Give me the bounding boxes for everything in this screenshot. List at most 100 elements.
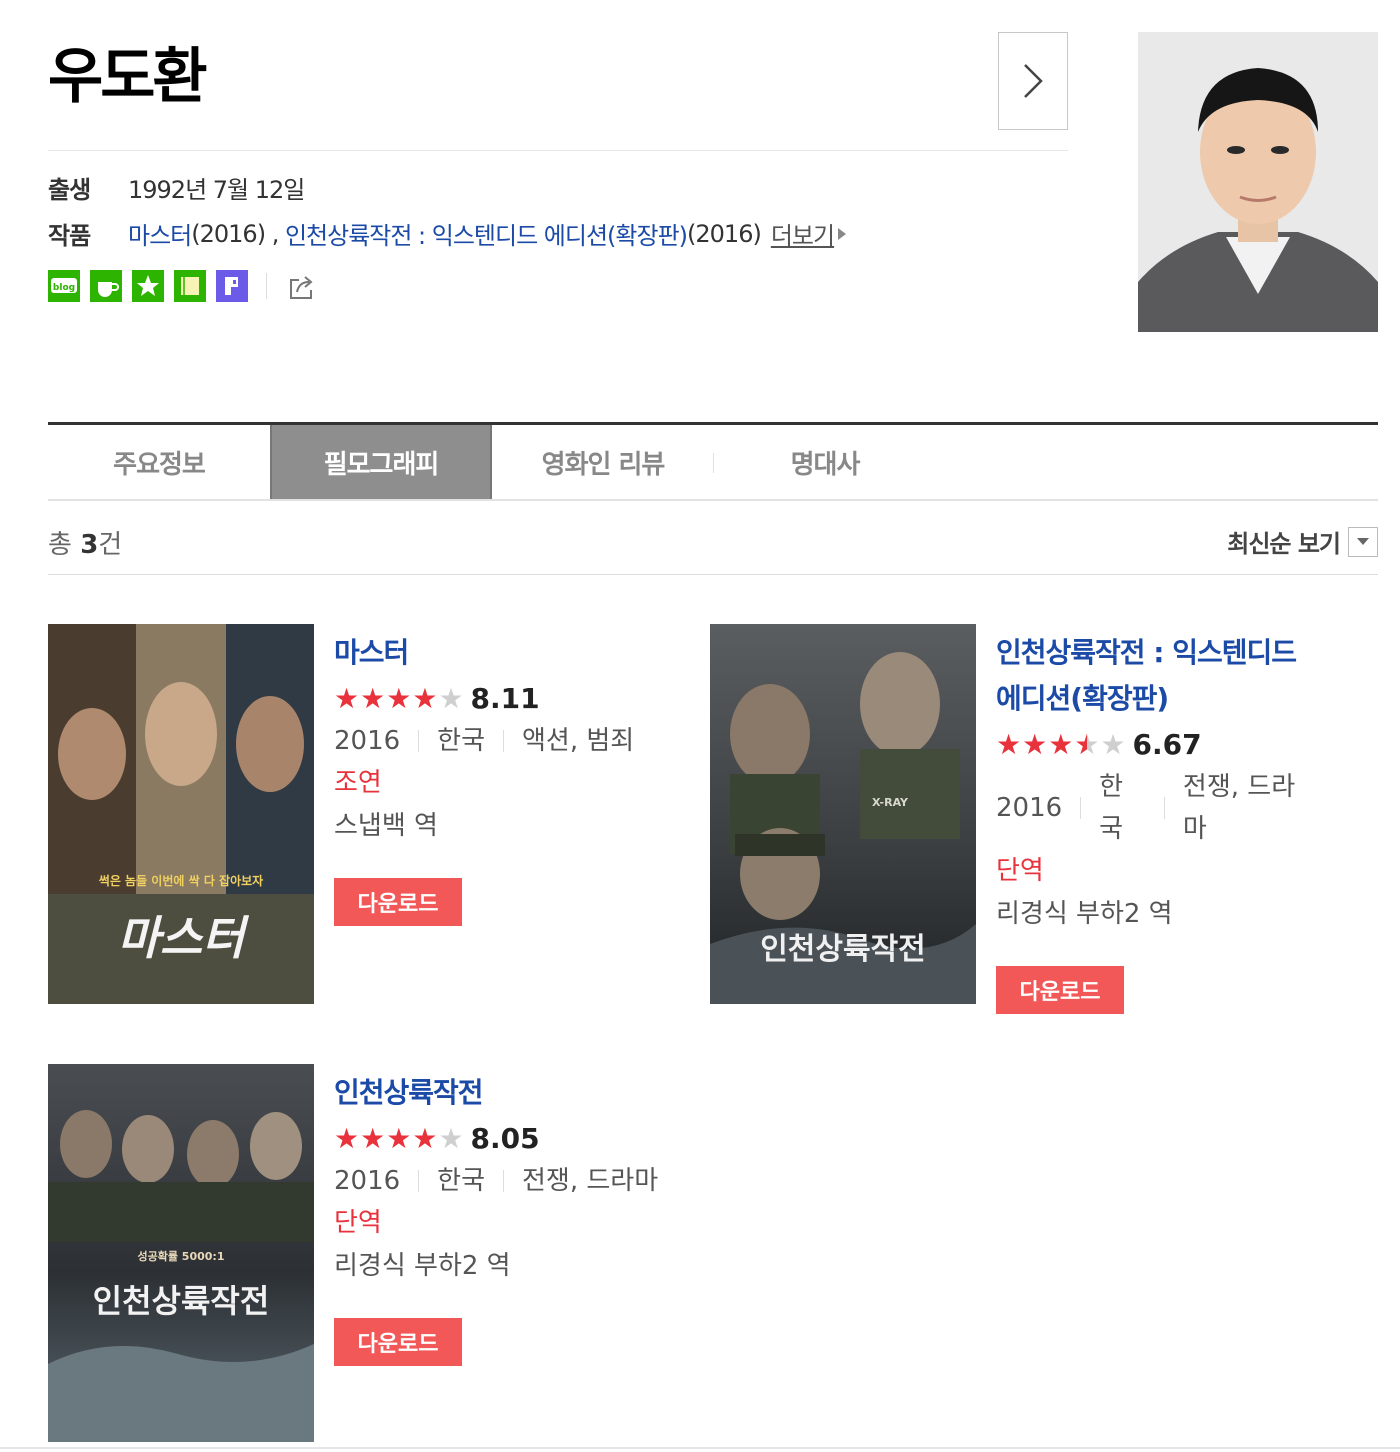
star-filled-icon: ★ bbox=[412, 1121, 439, 1155]
chevron-right-icon bbox=[1024, 64, 1043, 98]
movie-poster[interactable]: 썩은 놈들 이번에 싹 다 잡아보자 마스터 bbox=[48, 624, 314, 1004]
tab-reviews[interactable]: 영화인 리뷰 bbox=[492, 425, 714, 499]
rating-stars: ★ ★ ★ ★ ★ bbox=[996, 728, 1127, 761]
star-filled-icon: ★ bbox=[386, 1121, 413, 1155]
star-filled-icon: ★ bbox=[1048, 727, 1075, 761]
triangle-right-icon bbox=[838, 227, 847, 240]
tab-main-info[interactable]: 주요정보 bbox=[48, 425, 270, 499]
movie-meta: 2016 한국 액션, 범죄 bbox=[334, 720, 664, 762]
meta-separator bbox=[1163, 797, 1165, 819]
poster-tagline: 썩은 놈들 이번에 싹 다 잡아보자 bbox=[99, 873, 263, 888]
tab-bar: 주요정보 필모그래피 영화인 리뷰 명대사 bbox=[48, 425, 1378, 501]
movie-title-link[interactable]: 인천상륙작전 bbox=[334, 1070, 664, 1116]
movie-country: 한국 bbox=[1099, 772, 1124, 844]
star-filled-icon: ★ bbox=[334, 1121, 361, 1155]
movie-character: 리경식 부하2 역 bbox=[334, 1251, 511, 1281]
poster-title: 인천상륙작전 bbox=[93, 1282, 270, 1320]
poster-tagline: X-RAY bbox=[872, 796, 909, 809]
birth-row: 출생 1992년 7월 12일 bbox=[48, 170, 305, 205]
movie-role: 조연 bbox=[334, 768, 382, 798]
movie-year: 2016 bbox=[996, 793, 1063, 823]
movie-character: 리경식 부하2 역 bbox=[996, 899, 1173, 929]
star-filled-icon: ★ bbox=[412, 681, 439, 715]
tab-label: 필모그래피 bbox=[323, 449, 440, 480]
tab-filmography[interactable]: 필모그래피 bbox=[270, 425, 492, 499]
header-divider bbox=[48, 150, 1068, 151]
bottom-scroll-edge bbox=[0, 1447, 1400, 1449]
movie-genre: 전쟁, 드라마 bbox=[522, 1166, 659, 1196]
rating-score: 8.05 bbox=[470, 1121, 540, 1155]
share-bar: blog bbox=[48, 270, 317, 302]
rating-stars: ★ ★ ★ ★ ★ bbox=[334, 682, 465, 715]
star-filled-icon: ★ bbox=[360, 681, 387, 715]
rating-stars: ★ ★ ★ ★ ★ bbox=[334, 1122, 465, 1155]
work-link-incheon-extended[interactable]: 인천상륙작전 : 익스텐디드 에디션(확장판) bbox=[285, 216, 688, 251]
person-name: 우도환 bbox=[48, 42, 208, 112]
next-person-button[interactable] bbox=[998, 32, 1068, 130]
works-label: 작품 bbox=[48, 222, 91, 250]
star-filled-icon: ★ bbox=[386, 681, 413, 715]
download-button[interactable]: 다운로드 bbox=[996, 966, 1124, 1014]
share-divider bbox=[266, 273, 267, 299]
star-icon[interactable] bbox=[132, 270, 164, 302]
poster-tagline: 성공확률 5000:1 bbox=[138, 1249, 225, 1263]
movie-role: 단역 bbox=[334, 1208, 382, 1238]
cafe-icon[interactable] bbox=[90, 270, 122, 302]
total-suffix: 건 bbox=[98, 530, 123, 560]
star-filled-icon: ★ bbox=[360, 1121, 387, 1155]
movie-info: 인천상륙작전 : 익스텐디드 에디션(확장판) ★ ★ ★ ★ ★ 6.67 2016 한… bbox=[996, 630, 1316, 1014]
movie-year: 2016 bbox=[334, 1166, 401, 1196]
movie-genre: 액션, 범죄 bbox=[522, 726, 635, 756]
movie-year: 2016 bbox=[334, 726, 401, 756]
star-empty-icon: ★ bbox=[438, 1121, 465, 1155]
movie-rating: ★ ★ ★ ★ ★ 8.11 bbox=[334, 676, 664, 720]
movie-poster[interactable]: X-RAY 인천상륙작전 bbox=[710, 624, 976, 1004]
movie-role: 단역 bbox=[996, 856, 1044, 886]
meta-separator bbox=[418, 730, 420, 752]
works-row: 작품 마스터 (2016) , 인천상륙작전 : 익스텐디드 에디션(확장판) … bbox=[48, 216, 847, 251]
meta-separator bbox=[503, 1170, 505, 1192]
post-icon[interactable] bbox=[216, 270, 248, 302]
total-count: 총 3건 bbox=[48, 524, 122, 561]
movie-title-link[interactable]: 인천상륙작전 : 익스텐디드 에디션(확장판) bbox=[996, 630, 1316, 722]
rating-score: 8.11 bbox=[470, 681, 540, 715]
movie-info: 마스터 ★ ★ ★ ★ ★ 8.11 2016 한국 액션, 범죄 조연 스냅백 역 다운로… bbox=[334, 630, 664, 926]
memo-icon[interactable] bbox=[174, 270, 206, 302]
download-button[interactable]: 다운로드 bbox=[334, 878, 462, 926]
sort-dropdown[interactable]: 최신순 보기 bbox=[1227, 524, 1378, 559]
share-icon[interactable] bbox=[285, 270, 317, 302]
movie-title-link[interactable]: 마스터 bbox=[334, 630, 664, 676]
star-empty-icon: ★ bbox=[438, 681, 465, 715]
list-divider bbox=[48, 574, 1378, 575]
tab-quotes[interactable]: 명대사 bbox=[714, 425, 936, 499]
blog-icon[interactable]: blog bbox=[48, 270, 80, 302]
tab-label: 주요정보 bbox=[113, 449, 206, 480]
total-number: 3 bbox=[80, 530, 99, 560]
birth-label: 출생 bbox=[48, 176, 91, 204]
movie-poster[interactable]: 성공확률 5000:1 인천상륙작전 bbox=[48, 1064, 314, 1442]
star-half-icon: ★ bbox=[1074, 727, 1101, 761]
movie-rating: ★ ★ ★ ★ ★ 6.67 bbox=[996, 722, 1316, 766]
meta-separator bbox=[418, 1170, 420, 1192]
movie-rating: ★ ★ ★ ★ ★ 8.05 bbox=[334, 1116, 664, 1160]
movie-info: 인천상륙작전 ★ ★ ★ ★ ★ 8.05 2016 한국 전쟁, 드라마 단역 리경식 부… bbox=[334, 1070, 664, 1366]
meta-separator bbox=[1080, 797, 1082, 819]
more-works-link[interactable]: 더보기 bbox=[771, 216, 835, 251]
movie-genre: 전쟁, 드라마 bbox=[1182, 772, 1296, 844]
movie-character: 스냅백 역 bbox=[334, 811, 438, 841]
star-empty-icon: ★ bbox=[1100, 727, 1127, 761]
tab-label: 명대사 bbox=[790, 449, 861, 480]
download-button[interactable]: 다운로드 bbox=[334, 1318, 462, 1366]
star-filled-icon: ★ bbox=[1022, 727, 1049, 761]
sort-label: 최신순 보기 bbox=[1227, 530, 1341, 558]
poster-title: 인천상륙작전 bbox=[760, 932, 926, 967]
blog-icon-text: blog bbox=[53, 283, 75, 293]
total-prefix: 총 bbox=[48, 530, 81, 560]
movie-country: 한국 bbox=[437, 726, 486, 756]
star-filled-icon: ★ bbox=[334, 681, 361, 715]
movie-country: 한국 bbox=[437, 1166, 486, 1196]
profile-photo bbox=[1138, 32, 1378, 332]
work-link-master[interactable]: 마스터 bbox=[128, 216, 192, 251]
star-filled-icon: ★ bbox=[996, 727, 1023, 761]
meta-separator bbox=[503, 730, 505, 752]
